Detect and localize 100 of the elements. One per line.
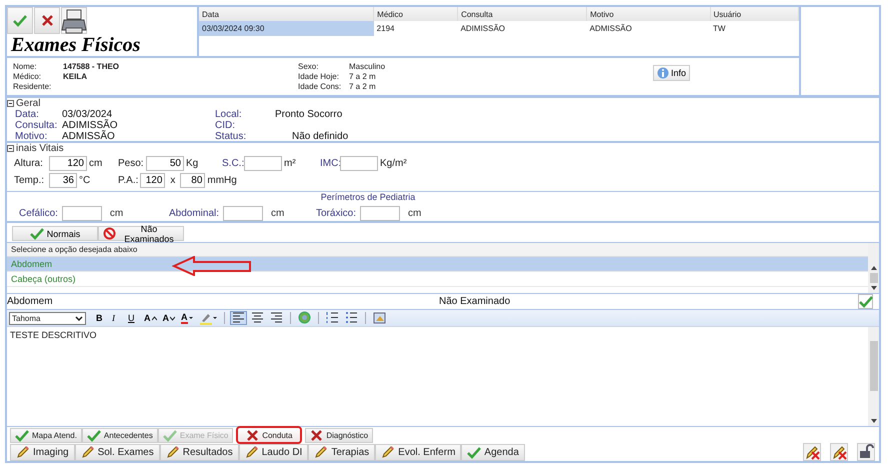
confirm-checkbox[interactable]	[858, 294, 873, 309]
unit-label: mmHg	[207, 175, 237, 186]
field-label: Status:	[215, 131, 248, 142]
field-value: ADMISSÃO	[62, 131, 116, 142]
tab[interactable]: Agenda	[461, 444, 525, 460]
input-field[interactable]	[360, 206, 400, 221]
numbered-list-button[interactable]	[324, 311, 340, 325]
input-field[interactable]: 50	[146, 156, 184, 171]
field-label: Nome:	[13, 62, 38, 71]
cross-icon	[246, 428, 260, 442]
field-value: KEILA	[63, 72, 88, 81]
field-label: Residente:	[13, 82, 52, 91]
scrollbar[interactable]	[868, 327, 879, 426]
unit-label: cm	[89, 158, 102, 169]
scrollbar[interactable]	[868, 243, 879, 293]
field-label: Idade Cons:	[298, 82, 342, 91]
pencil-icon	[166, 445, 180, 459]
font-color-button[interactable]: A	[179, 311, 194, 325]
field-label: Idade Hoje:	[298, 72, 340, 81]
field-label: Peso:	[118, 158, 144, 169]
delete-button[interactable]	[803, 443, 821, 461]
down-arrow-icon	[870, 418, 878, 424]
grow-font-button[interactable]: A	[142, 311, 158, 325]
bold-button[interactable]: B	[94, 311, 108, 325]
field-label: S.C.:	[222, 158, 242, 169]
image-button[interactable]	[370, 311, 388, 325]
info-button[interactable]: Info	[653, 65, 690, 81]
field-label: Médico:	[13, 72, 42, 81]
pencil-icon	[80, 445, 95, 459]
caret-icon	[188, 316, 192, 320]
column-header: Data	[199, 7, 374, 21]
tab[interactable]: Terapias	[308, 444, 376, 460]
tab[interactable]: Conduta	[236, 426, 302, 444]
unit-label: cm	[407, 208, 422, 219]
lock-button[interactable]	[857, 443, 875, 461]
exam-name: Abdomem	[7, 296, 54, 307]
check-icon	[162, 428, 177, 442]
editor-text[interactable]: TESTE DESCRITIVO	[7, 327, 868, 426]
tab[interactable]: Diagnóstico	[305, 428, 374, 442]
scroll-thumb[interactable]	[870, 273, 878, 283]
field-value: Pronto Socorro	[274, 109, 344, 120]
chevron-down-icon	[75, 316, 83, 320]
scroll-thumb[interactable]	[870, 341, 878, 391]
align-left-button[interactable]	[230, 311, 246, 325]
tab[interactable]: Antecedentes	[82, 428, 158, 442]
link-button[interactable]	[296, 311, 312, 325]
normal-button[interactable]: Normais	[12, 226, 98, 241]
tab[interactable]: Imaging	[10, 444, 75, 460]
column-header: Médico	[374, 7, 458, 21]
tab[interactable]: Resultados	[160, 444, 239, 460]
section-title: inais Vitais	[16, 143, 64, 154]
check-icon	[858, 295, 872, 308]
field-label: Toráxico:	[316, 208, 356, 219]
print-button[interactable]	[61, 7, 87, 34]
field-label: Altura:	[14, 158, 44, 169]
pencil-icon	[244, 445, 259, 459]
not-examined-button[interactable]: Não Examinados	[98, 226, 184, 241]
input-field[interactable]: 120	[140, 173, 166, 188]
cancel-button[interactable]	[34, 7, 60, 34]
save-button[interactable]	[7, 7, 33, 34]
tab[interactable]: Sol. Exames	[74, 444, 160, 460]
italic-button[interactable]: I	[110, 311, 124, 325]
delete-button[interactable]	[830, 443, 848, 461]
field-value: Não definido	[291, 131, 348, 142]
check-icon	[86, 428, 101, 442]
column-header: Motivo	[586, 7, 710, 21]
input-field[interactable]	[62, 206, 102, 221]
pencil-icon	[16, 445, 30, 459]
unit-label: cm	[270, 208, 284, 219]
input-field[interactable]	[340, 156, 378, 171]
underline-button[interactable]: U	[126, 311, 140, 325]
tab[interactable]: Laudo DI	[238, 444, 308, 460]
caret-up-icon	[152, 316, 156, 320]
input-field[interactable]: 36	[49, 173, 77, 188]
printer-icon	[61, 8, 87, 34]
field-label: Abdominal:	[169, 208, 220, 219]
tab[interactable]: Evol. Enferm	[375, 444, 462, 460]
check-icon	[467, 446, 482, 458]
list-header: Selecione a opção desejada abaixo	[7, 243, 868, 257]
caret-icon	[212, 316, 216, 320]
table-cell[interactable]: 2194	[374, 21, 458, 36]
input-field[interactable]	[244, 156, 282, 171]
pencil-cross-icon	[831, 444, 847, 460]
cross-icon	[310, 428, 324, 442]
input-field[interactable]: 120	[49, 156, 87, 171]
field-value: Masculino	[349, 62, 386, 71]
table-cell[interactable]: 03/03/2024 09:30	[199, 21, 374, 36]
field-label: Local:	[215, 109, 243, 120]
shrink-font-button[interactable]: A	[160, 311, 177, 325]
input-field[interactable]	[223, 206, 264, 221]
up-arrow-icon	[870, 265, 878, 271]
cross-icon	[40, 14, 54, 27]
font-dropdown[interactable]: Tahoma	[9, 312, 86, 324]
input-field[interactable]: 80	[180, 173, 206, 188]
field-value: 03/03/2024	[62, 109, 112, 120]
field-label: Motivo:	[15, 131, 48, 142]
tab[interactable]: Mapa Atend.	[10, 428, 82, 442]
lock-icon	[858, 444, 874, 460]
list-item[interactable]: Cabeça (outros)	[7, 272, 868, 287]
field-label: CID:	[215, 120, 236, 131]
